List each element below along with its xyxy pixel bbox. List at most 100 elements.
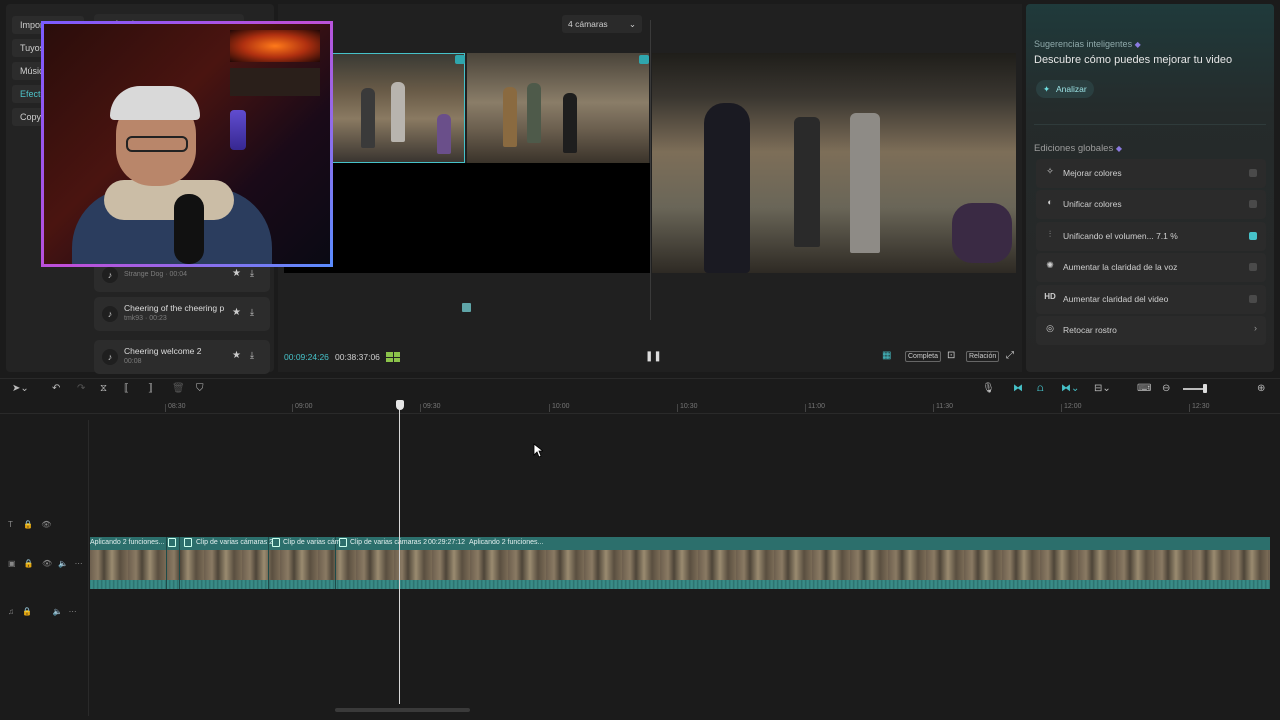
- shelf: [230, 68, 320, 96]
- preview-axis-icon[interactable]: ⊟⌄: [1094, 383, 1111, 394]
- favorite-icon[interactable]: ★: [232, 307, 241, 318]
- horizontal-scrollbar[interactable]: [335, 708, 470, 712]
- download-icon[interactable]: ⤓: [250, 268, 254, 279]
- magnet-icon[interactable]: ⩍: [1037, 383, 1044, 394]
- toggle-checkbox[interactable]: [1249, 232, 1257, 240]
- ruler-tick: [1189, 404, 1190, 412]
- trim-left-icon[interactable]: ⟦: [124, 383, 129, 394]
- webcam-overlay: [41, 21, 333, 267]
- person-figure: [563, 93, 577, 153]
- marker-icon[interactable]: ⛉: [196, 383, 204, 394]
- camera-count-select[interactable]: 4 cámaras ⌄: [562, 15, 642, 33]
- camera-angle-1[interactable]: [332, 53, 465, 163]
- analyze-label: Analizar: [1056, 84, 1087, 94]
- delete-icon[interactable]: 🗑: [172, 383, 185, 394]
- lock-icon[interactable]: 🔒: [22, 607, 32, 616]
- clip-label: Clip de varias cámaras 2: [350, 539, 428, 546]
- favorite-icon[interactable]: ★: [232, 350, 241, 361]
- zoom-out-icon[interactable]: ⊖: [1162, 383, 1170, 394]
- color-match-icon: ◐: [1047, 197, 1053, 207]
- person-figure: [527, 83, 541, 143]
- zoom-slider-handle[interactable]: [1203, 384, 1207, 393]
- edit-voice-clarity[interactable]: ✺ Aumentar la claridad de la voz: [1036, 253, 1266, 282]
- lock-icon[interactable]: 🔒: [23, 520, 33, 529]
- edit-unify-colors[interactable]: ◐ Unificar colores: [1036, 190, 1266, 219]
- multicam-clip-icon: [168, 538, 176, 547]
- caption-icon[interactable]: ⌨: [1137, 383, 1151, 394]
- edit-unify-volume[interactable]: ⫶ Unificando el volumen... 7.1 %: [1036, 222, 1266, 251]
- audio-item[interactable]: ♪ Cheering welcome 2 00:08 ★ ⤓: [94, 340, 270, 374]
- ruler-tick: [677, 404, 678, 412]
- ruler-label: 12:30: [1192, 403, 1210, 410]
- playhead-handle[interactable]: [396, 400, 404, 410]
- speaker-icon[interactable]: 🔈: [52, 607, 62, 616]
- person-figure: [437, 114, 451, 154]
- edit-improve-colors[interactable]: ✧ Mejorar colores: [1036, 159, 1266, 188]
- collar: [104, 180, 234, 220]
- screenshot-icon[interactable]: ⊡: [947, 350, 955, 361]
- redo-icon[interactable]: ↷: [77, 383, 85, 394]
- audio-item[interactable]: ♪ Cheering of the cheering p... tmk93 · …: [94, 297, 270, 331]
- toggle-checkbox[interactable]: [1249, 200, 1257, 208]
- ruler-tick: [292, 404, 293, 412]
- camera-1-frame: [333, 54, 464, 162]
- sparkle-icon: ✦: [1043, 84, 1051, 94]
- eye-icon[interactable]: 👁: [41, 520, 51, 529]
- face-retouch-icon: ◎: [1046, 323, 1054, 333]
- playhead-line[interactable]: [399, 406, 400, 704]
- clip-boundary[interactable]: [166, 537, 167, 589]
- speaker-icon[interactable]: 🔈: [58, 559, 68, 568]
- select-tool-icon[interactable]: ➤⌄: [12, 383, 29, 394]
- magic-wand-icon: ✧: [1046, 166, 1054, 176]
- lock-icon[interactable]: 🔒: [24, 559, 34, 568]
- zoom-in-icon[interactable]: ⊕: [1257, 383, 1265, 394]
- favorite-icon[interactable]: ★: [232, 268, 241, 279]
- link-clips-icon[interactable]: ⧓: [1013, 383, 1023, 394]
- timeline-ruler[interactable]: [0, 400, 1280, 414]
- undo-icon[interactable]: ↶: [52, 383, 60, 394]
- camera-angle-2[interactable]: [467, 53, 649, 163]
- ruler-label: 11:00: [808, 403, 825, 410]
- toggle-checkbox[interactable]: [1249, 295, 1257, 303]
- more-icon[interactable]: ⋯: [75, 559, 83, 568]
- clip-boundary[interactable]: [179, 537, 180, 589]
- ruler-tick: [420, 404, 421, 412]
- edit-video-clarity[interactable]: HD Aumentar claridad del video: [1036, 285, 1266, 314]
- toggle-checkbox[interactable]: [1249, 169, 1257, 177]
- ruler-label: 09:30: [423, 403, 441, 410]
- download-icon[interactable]: ⤓: [250, 350, 254, 361]
- camera-audio-badge: [639, 55, 649, 64]
- toggle-checkbox[interactable]: [1249, 263, 1257, 271]
- audio-meta: Strange Dog · 00:04: [124, 271, 188, 278]
- eye-icon[interactable]: 👁: [42, 559, 52, 568]
- edit-label: Aumentar la claridad de la voz: [1063, 262, 1178, 272]
- gem-icon: ◆: [1115, 144, 1123, 153]
- edit-label: Unificar colores: [1063, 199, 1122, 209]
- download-icon[interactable]: ⤓: [250, 307, 254, 318]
- person-figure: [503, 87, 517, 147]
- aspect-ratio-button[interactable]: Relación: [966, 351, 1000, 362]
- split-icon[interactable]: ⧖: [100, 383, 107, 394]
- audio-track-header: ♫ 🔒 🔈 ⋯: [8, 607, 77, 616]
- main-program-view[interactable]: [652, 53, 1016, 273]
- analyze-button[interactable]: ✦ Analizar: [1036, 80, 1094, 98]
- audio-meta: 00:08: [124, 358, 142, 365]
- trim-right-icon[interactable]: ⟧: [148, 383, 153, 394]
- neon-lamp: [230, 110, 246, 150]
- multicam-layout-icon[interactable]: ▦: [882, 350, 891, 361]
- full-quality-button[interactable]: Completa: [905, 351, 941, 362]
- pause-button[interactable]: ❚❚: [645, 351, 662, 362]
- grid-icon[interactable]: [386, 352, 400, 362]
- clip-thumbnail-strip[interactable]: [90, 550, 1270, 580]
- more-icon[interactable]: ⋯: [69, 607, 77, 616]
- audio-title: Cheering of the cheering p...: [124, 303, 224, 313]
- music-note-icon: ♪: [102, 267, 118, 283]
- snap-icon[interactable]: ⧓⌄: [1061, 383, 1079, 394]
- clip-label: Aplicando 2 funciones...: [469, 539, 544, 546]
- video-track-header: ▣ 🔒 👁 🔈 ⋯: [8, 559, 83, 568]
- edit-retouch-face[interactable]: ◎ Retocar rostro ›: [1036, 316, 1266, 345]
- fullscreen-icon[interactable]: ⤢: [1006, 350, 1014, 361]
- record-audio-icon[interactable]: 🎙: [982, 383, 995, 394]
- global-edits-heading: Ediciones globales ◆: [1034, 143, 1122, 154]
- multicam-icon[interactable]: [462, 303, 471, 312]
